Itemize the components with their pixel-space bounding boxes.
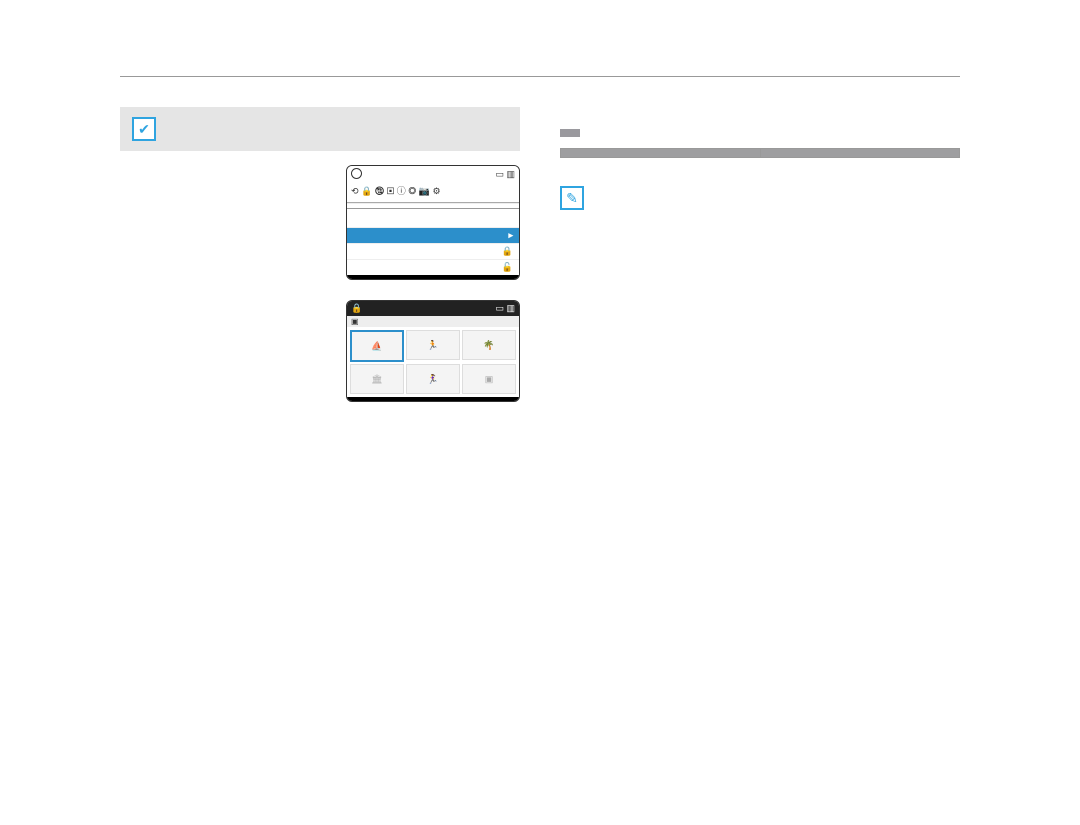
ss-thumb-grid: ⛵🏃🌴 🏛🏃‍♀️▣ bbox=[347, 327, 519, 397]
submenu-heading bbox=[560, 129, 580, 137]
left-column: ✔ ▭ ▥ ⟲ 🔒 🕲 ▣ ⓘ ◎ 📷 ⚙ ▸ 🔒 bbox=[120, 95, 520, 426]
step-row: ▭ ▥ ⟲ 🔒 🕲 ▣ ⓘ ◎ 📷 ⚙ ▸ 🔒 🔓 bbox=[120, 165, 520, 280]
tip-box: ✎ bbox=[560, 186, 960, 210]
ss-menu-item: 🔒 bbox=[347, 243, 519, 259]
ss-time: ▣ bbox=[351, 317, 359, 326]
submenu-table bbox=[560, 148, 960, 158]
ss-thumb-footer bbox=[347, 397, 519, 401]
table-header bbox=[760, 149, 960, 158]
step-row: 🔒 ▭ ▥ ▣ ⛵🏃🌴 🏛🏃‍♀️▣ bbox=[120, 300, 520, 402]
ss-menu-item: ▸ bbox=[347, 227, 519, 243]
ss-footer bbox=[347, 275, 519, 279]
table-header bbox=[561, 149, 761, 158]
page-header bbox=[120, 70, 960, 77]
step-text bbox=[148, 300, 336, 304]
check-icon: ✔ bbox=[132, 117, 156, 141]
note-box: ✔ bbox=[120, 107, 520, 151]
ss-battery-icon: ▭ ▥ bbox=[495, 169, 515, 180]
screenshot-thumbnails: 🔒 ▭ ▥ ▣ ⛵🏃🌴 🏛🏃‍♀️▣ bbox=[346, 300, 520, 402]
screenshot-menu: ▭ ▥ ⟲ 🔒 🕲 ▣ ⓘ ◎ 📷 ⚙ ▸ 🔒 🔓 bbox=[346, 165, 520, 280]
ss-menu-item: 🔓 bbox=[347, 259, 519, 275]
step-substeps-cont bbox=[120, 412, 520, 416]
info-icon: ✎ bbox=[560, 186, 584, 210]
right-column: ✎ bbox=[560, 95, 960, 426]
ss-icon-row: ⟲ 🔒 🕲 ▣ ⓘ ◎ 📷 ⚙ bbox=[347, 182, 519, 203]
ss-battery-icon: ▭ ▥ bbox=[495, 303, 515, 314]
ss-menu-title bbox=[347, 203, 519, 209]
